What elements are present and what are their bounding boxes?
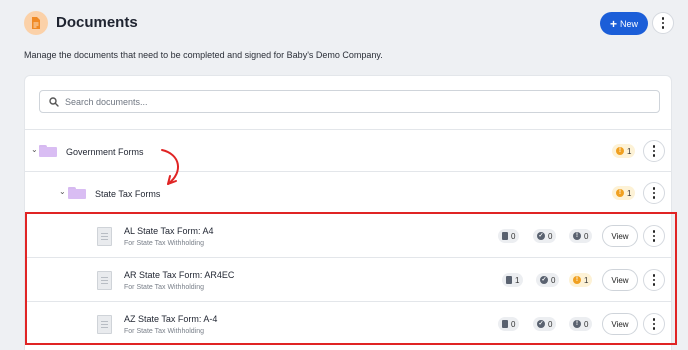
file-icon [97,271,112,290]
page-description: Manage the documents that need to be com… [24,50,383,60]
folder-icon [68,187,86,199]
document-title: AZ State Tax Form: A-4 [124,314,218,324]
warning-icon: ! [573,320,581,328]
new-button-label: New [620,18,639,29]
warning-icon: ! [573,232,581,240]
folder-name: State Tax Forms [95,189,161,199]
page-title: Documents [56,14,138,31]
check-icon: ✓ [537,320,545,328]
folder-row-state-tax-forms[interactable]: ⌄ State Tax Forms ! 1 [25,171,671,213]
warning-count-badge: ! 0 [569,317,593,331]
chevron-down-icon[interactable]: ⌄ [59,187,66,196]
chevron-down-icon[interactable]: ⌄ [31,145,38,154]
warning-icon: ! [616,147,624,155]
search-icon [49,96,59,107]
view-button[interactable]: View [602,313,638,335]
check-icon: ✓ [540,276,548,284]
warning-icon: ! [616,189,624,197]
document-subtitle: For State Tax Withholding [124,328,205,335]
document-row[interactable]: AZ State Tax Form: A-4 For State Tax Wit… [25,301,671,345]
warning-count: 1 [627,146,632,156]
warning-icon: ! [573,276,581,284]
documents-card: ⌄ Government Forms ! 1 ⌄ State Tax Forms… [24,75,672,350]
file-icon [97,315,112,334]
completed-count-badge: ✓ 0 [533,229,557,243]
search-box[interactable] [39,90,660,113]
folder-more-options-button[interactable] [643,140,665,162]
file-icon [97,227,112,246]
folder-icon [39,145,57,157]
plus-icon: + [609,16,617,31]
warning-badge: ! 1 [612,186,636,200]
new-button[interactable]: + New [600,12,648,35]
documents-badge-icon [24,11,48,35]
document-more-options-button[interactable] [643,269,665,291]
documents-count-badge: 0 [498,317,520,331]
document-row[interactable]: AR State Tax Form: AR4EC For State Tax W… [25,257,671,301]
folder-more-options-button[interactable] [643,182,665,204]
document-subtitle: For State Tax Withholding [124,284,205,291]
page-header: Documents + New [0,0,688,46]
warning-badge: ! 1 [612,144,636,158]
search-input[interactable] [65,96,645,107]
completed-count-badge: ✓ 0 [533,317,557,331]
document-more-options-button[interactable] [643,225,665,247]
completed-count-badge: ✓ 0 [536,273,560,287]
view-button[interactable]: View [602,225,638,247]
document-icon [502,232,508,240]
documents-count-badge: 1 [502,273,524,287]
documents-count-badge: 0 [498,229,520,243]
view-button[interactable]: View [602,269,638,291]
warning-count-badge: ! 1 [569,273,593,287]
document-row[interactable]: AL State Tax Form: A4 For State Tax With… [25,213,671,257]
document-subtitle: For State Tax Withholding [124,240,205,247]
document-title: AL State Tax Form: A4 [124,226,214,236]
check-icon: ✓ [537,232,545,240]
warning-count: 1 [627,188,632,198]
document-icon [502,320,508,328]
document-title: AR State Tax Form: AR4EC [124,270,235,280]
folder-row-government-forms[interactable]: ⌄ Government Forms ! 1 [25,129,671,171]
folder-name: Government Forms [66,147,144,157]
document-more-options-button[interactable] [643,313,665,335]
page-more-options-button[interactable] [652,12,674,34]
document-icon [506,276,512,284]
warning-count-badge: ! 0 [569,229,593,243]
